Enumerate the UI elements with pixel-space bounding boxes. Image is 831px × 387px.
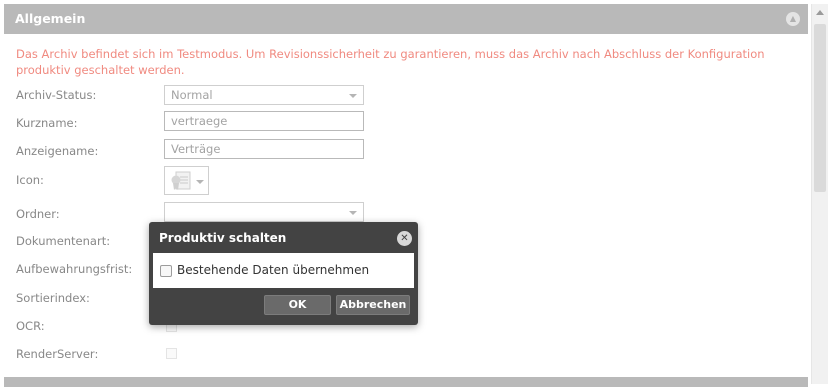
dialog-title: Produktiv schalten <box>159 231 287 245</box>
icon-picker[interactable] <box>164 166 209 195</box>
retention-label: Aufbewahrungsfrist: <box>16 262 133 276</box>
shortname-input[interactable]: vertraege <box>164 111 364 131</box>
displayname-value: Verträge <box>171 142 221 156</box>
close-icon[interactable]: ✕ <box>397 231 412 246</box>
ok-button[interactable]: OK <box>264 295 331 315</box>
keep-data-checkbox[interactable] <box>160 265 172 277</box>
ocr-label: OCR: <box>16 319 45 333</box>
chevron-down-icon <box>349 94 357 98</box>
icon-label: Icon: <box>16 173 44 187</box>
shortname-value: vertraege <box>171 114 228 128</box>
folder-label: Ordner: <box>16 207 60 221</box>
keep-data-label[interactable]: Bestehende Daten übernehmen <box>177 263 369 277</box>
scroll-thumb[interactable] <box>814 24 826 192</box>
archive-status-select[interactable]: Normal <box>164 85 364 105</box>
cancel-button[interactable]: Abbrechen <box>336 295 410 315</box>
displayname-label: Anzeigename: <box>16 144 99 158</box>
scroll-up-arrow-icon[interactable] <box>816 10 824 15</box>
certificate-document-icon <box>171 171 191 190</box>
sortindex-label: Sortierindex: <box>16 291 90 305</box>
testmode-notice: Das Archiv befindet sich im Testmodus. U… <box>16 47 765 77</box>
chevron-up-icon[interactable]: ▲ <box>786 12 800 26</box>
shortname-label: Kurzname: <box>16 116 78 130</box>
archive-status-label: Archiv-Status: <box>16 88 97 102</box>
doctype-label: Dokumentenart: <box>16 234 111 248</box>
vertical-scrollbar[interactable] <box>811 4 828 384</box>
produktiv-dialog: Produktiv schalten ✕ Bestehende Daten üb… <box>149 222 418 325</box>
renderserver-checkbox[interactable] <box>166 348 177 359</box>
chevron-down-icon <box>349 211 357 215</box>
panel-header[interactable]: Allgemein ▲ <box>4 4 808 34</box>
folder-select[interactable] <box>164 202 364 222</box>
next-section-header[interactable] <box>4 377 808 387</box>
dialog-body: Bestehende Daten übernehmen <box>153 253 414 288</box>
panel-title: Allgemein <box>15 11 86 26</box>
displayname-input[interactable]: Verträge <box>164 139 364 159</box>
chevron-down-icon <box>196 180 204 184</box>
renderserver-label: RenderServer: <box>16 347 99 361</box>
archive-status-value: Normal <box>171 88 213 102</box>
